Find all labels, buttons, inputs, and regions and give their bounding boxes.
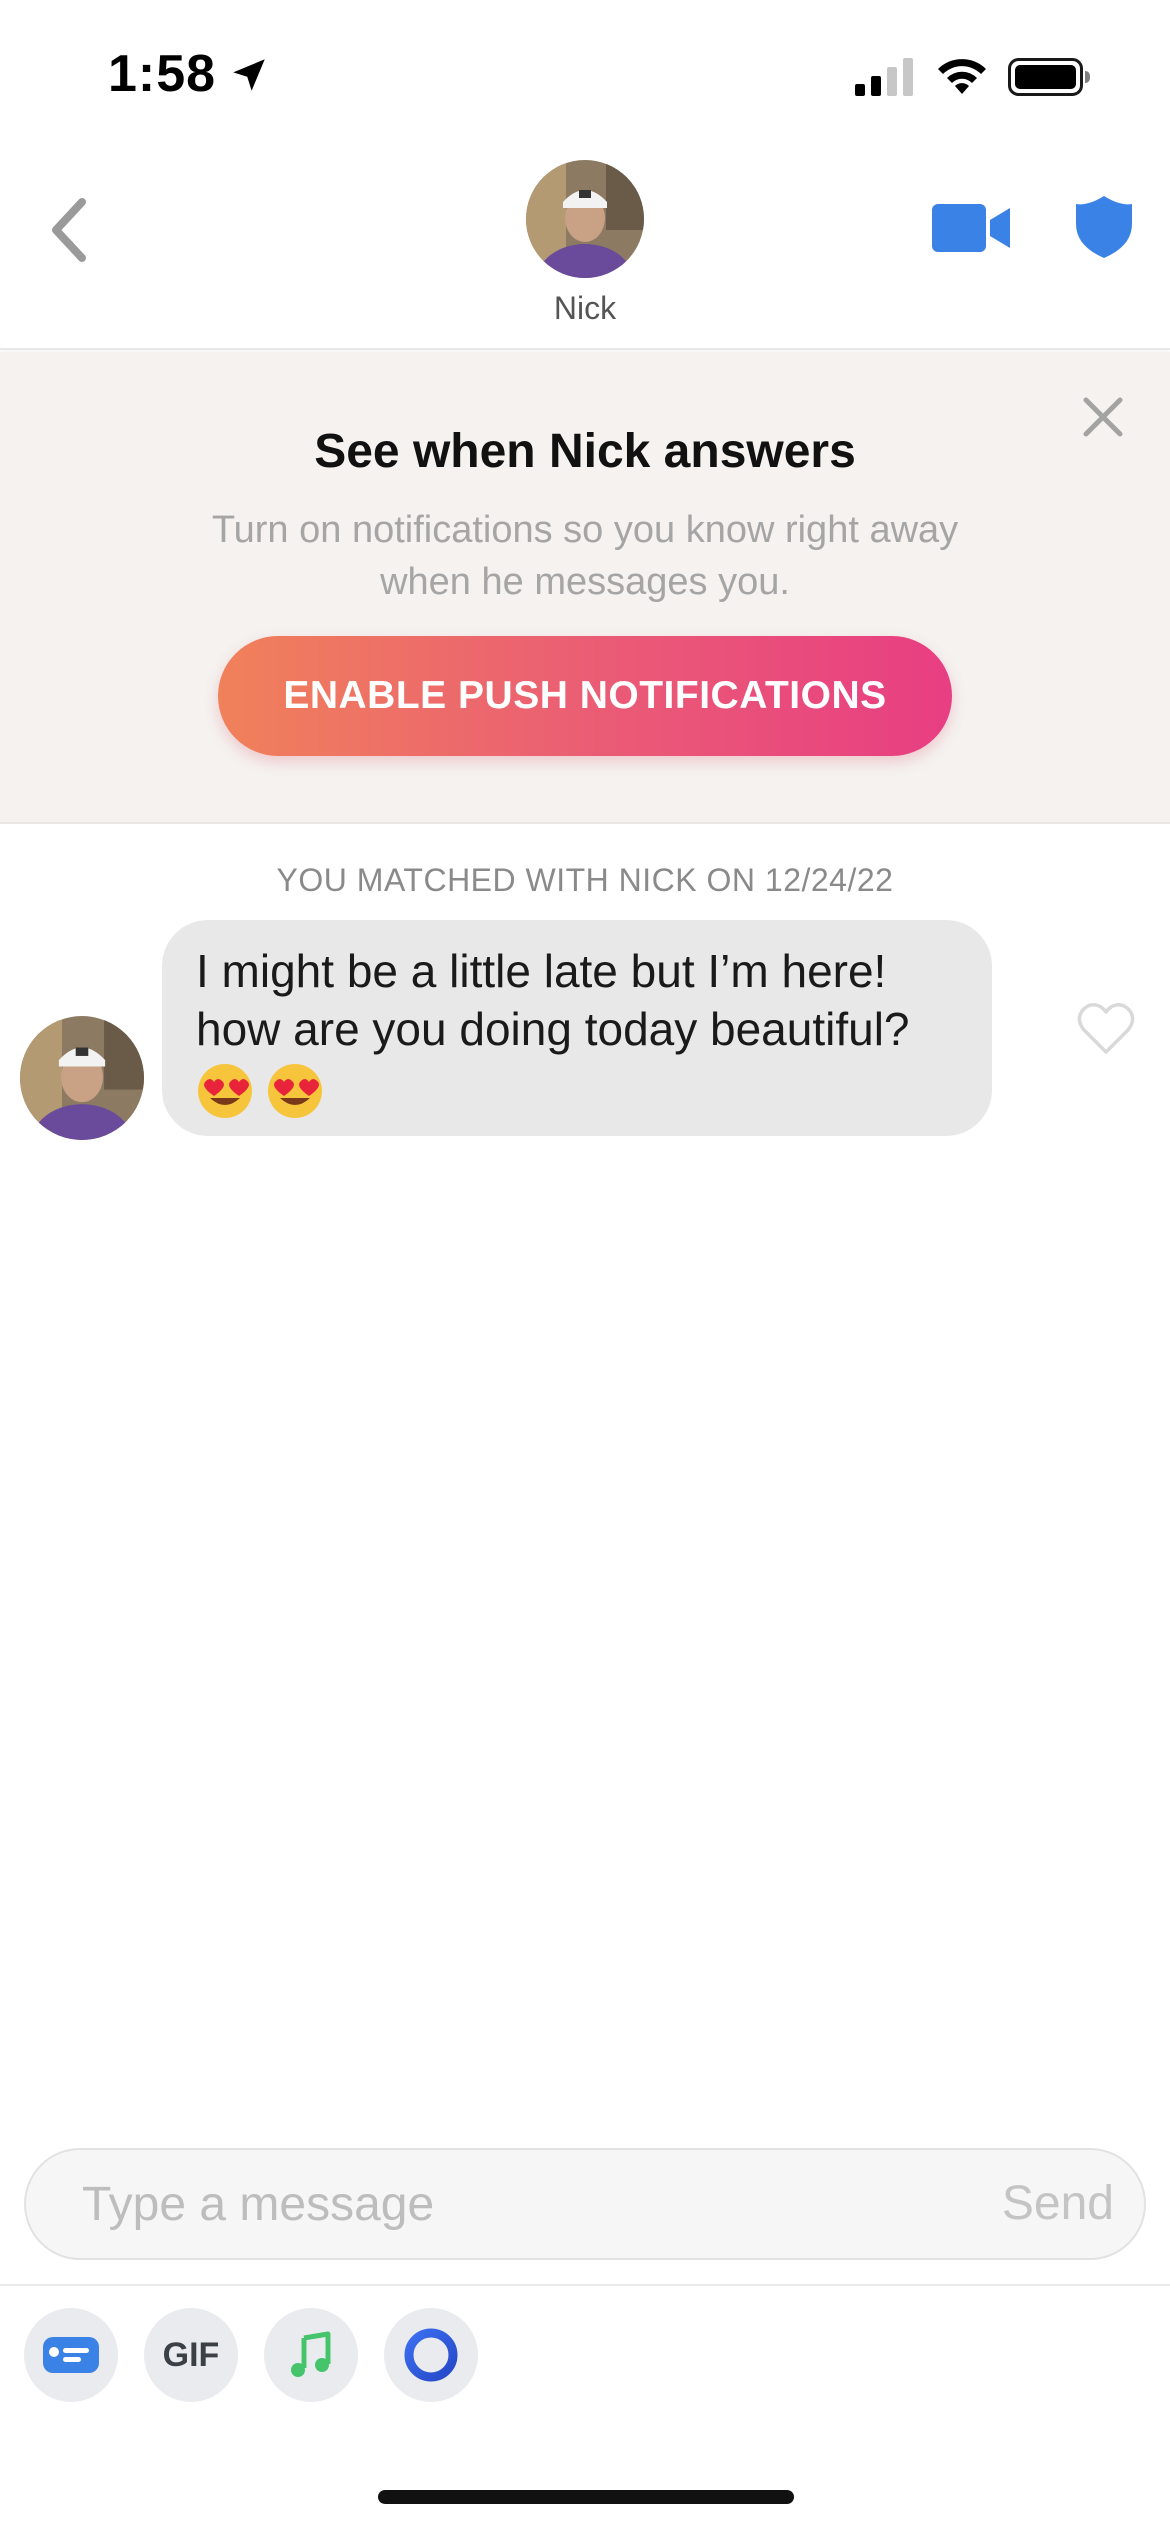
avatar-photo: [20, 1016, 144, 1140]
send-button[interactable]: Send: [1002, 2176, 1114, 2231]
chat-header: Nick: [0, 150, 1170, 350]
card-icon: [43, 2337, 99, 2373]
message-text: I might be a little late but I’m here! h…: [196, 945, 910, 1055]
music-button[interactable]: [264, 2308, 358, 2402]
back-chevron-icon[interactable]: [40, 190, 100, 270]
video-call-icon[interactable]: [932, 200, 1012, 256]
gif-label: GIF: [162, 2335, 220, 2374]
message-emojis: [196, 1062, 958, 1120]
battery-icon: [1008, 58, 1090, 96]
toolbar-divider: [0, 2284, 1170, 2286]
cellular-signal-icon: [855, 58, 913, 96]
push-notification-banner: See when Nick answers Turn on notificati…: [0, 352, 1170, 824]
circle-feature-button[interactable]: [384, 2308, 478, 2402]
music-note-icon: [291, 2331, 331, 2377]
sticker-card-button[interactable]: [24, 2308, 118, 2402]
like-heart-icon[interactable]: [1076, 1000, 1136, 1056]
match-date-note: YOU MATCHED WITH NICK ON 12/24/22: [276, 862, 894, 898]
message-input[interactable]: [82, 2150, 962, 2258]
enable-push-notifications-button[interactable]: ENABLE PUSH NOTIFICATIONS: [218, 636, 952, 756]
ring-icon: [404, 2328, 458, 2382]
location-arrow-icon: [233, 59, 265, 91]
wifi-icon: [938, 59, 986, 94]
banner-title: See when Nick answers: [314, 425, 856, 478]
heart-eyes-emoji-icon: [268, 1064, 322, 1118]
heart-eyes-emoji-icon: [198, 1064, 252, 1118]
message-bubble[interactable]: I might be a little late but I’m here! h…: [162, 920, 992, 1136]
avatar-photo: [526, 160, 644, 278]
message-composer: Send: [24, 2148, 1146, 2260]
message-avatar[interactable]: [20, 1016, 144, 1140]
status-bar: 1:58: [0, 0, 1170, 150]
safety-shield-icon[interactable]: [1074, 194, 1134, 260]
home-indicator: [378, 2490, 794, 2504]
status-time: 1:58: [108, 45, 217, 103]
banner-body: Turn on notifications so you know right …: [211, 509, 959, 603]
profile-name[interactable]: Nick: [0, 290, 1170, 327]
profile-avatar[interactable]: [526, 160, 644, 278]
gif-button[interactable]: GIF: [144, 2308, 238, 2402]
